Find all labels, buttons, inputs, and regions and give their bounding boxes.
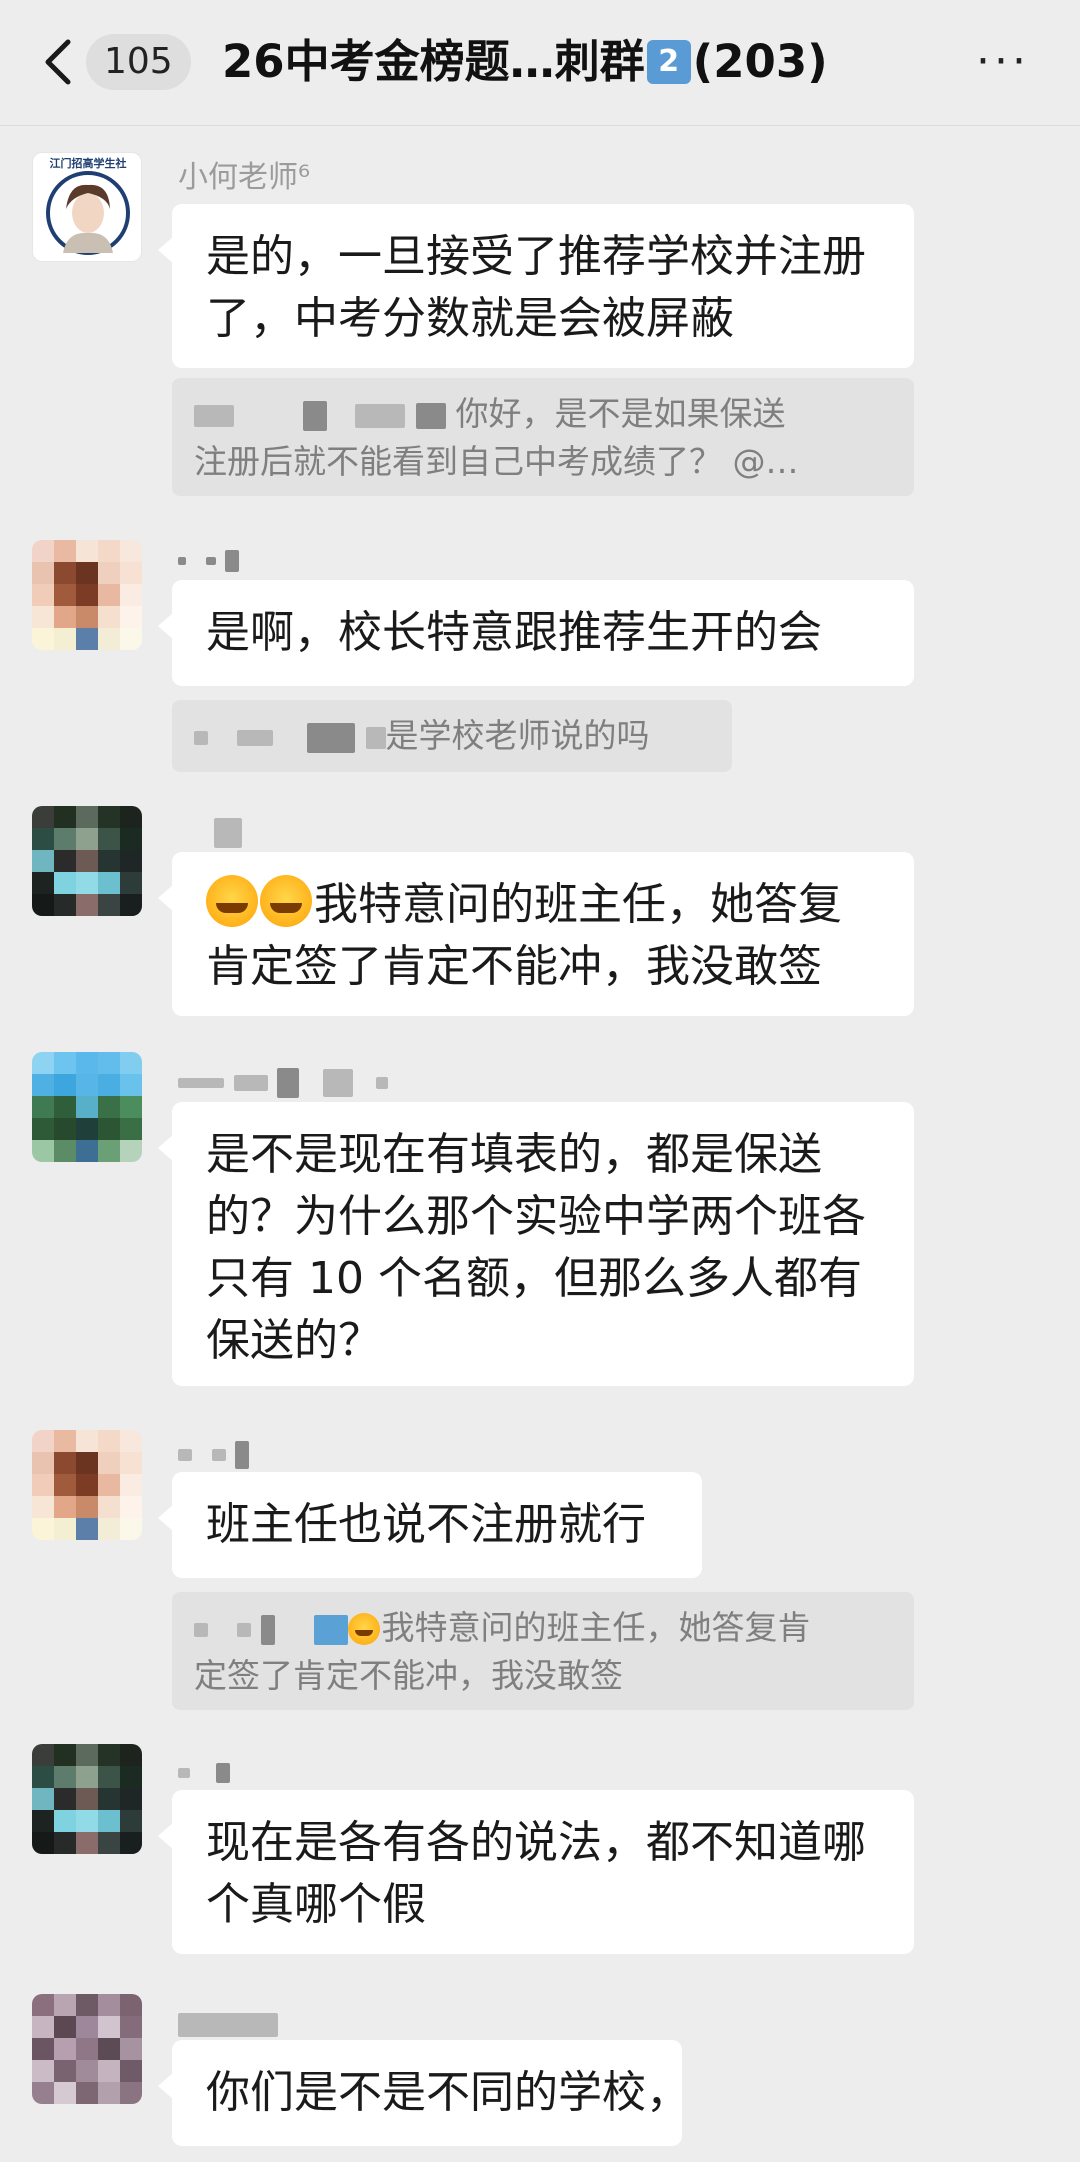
crying-laughing-emoji bbox=[347, 1613, 380, 1645]
chat-header: 105 26中考金榜题…刺群 2 (203) ··· bbox=[0, 0, 1080, 126]
blurred-name bbox=[355, 403, 405, 428]
blurred-name bbox=[307, 722, 355, 753]
blurred-name bbox=[178, 1767, 190, 1778]
quote-line: 你好，是不是如果保送 bbox=[194, 390, 892, 438]
quote-line: 注册后就不能看到自己中考成绩了？ @… bbox=[194, 442, 799, 481]
blurred-name bbox=[235, 1440, 250, 1469]
chat-title: 26中考金榜题…刺群 2 (203) bbox=[222, 32, 922, 92]
blurred-name bbox=[178, 2012, 278, 2037]
more-options-button[interactable]: ··· bbox=[976, 40, 1036, 84]
quote-line: 我特意问的班主任，她答复肯 bbox=[194, 1604, 892, 1652]
blurred-name bbox=[376, 1076, 389, 1089]
blurred-name bbox=[225, 549, 240, 572]
unread-count-badge[interactable]: 105 bbox=[86, 34, 191, 90]
message-bubble[interactable]: 是啊，校长特意跟推荐生开的会 bbox=[158, 580, 914, 686]
avatar[interactable] bbox=[32, 1430, 142, 1540]
sender-name[interactable] bbox=[178, 1062, 389, 1102]
avatar[interactable] bbox=[32, 1744, 142, 1854]
blurred-name bbox=[214, 817, 242, 848]
blurred-name bbox=[178, 556, 186, 565]
quoted-message[interactable]: 你好，是不是如果保送 注册后就不能看到自己中考成绩了？ @… bbox=[172, 378, 914, 496]
avatar-caption: 江门招高学生社 bbox=[49, 157, 127, 170]
blurred-name bbox=[194, 1622, 208, 1637]
blurred-name bbox=[322, 1068, 353, 1097]
blurred-name bbox=[277, 1067, 300, 1098]
message-bubble[interactable]: 我特意问的班主任，她答复 肯定签了肯定不能冲，我没敢签 bbox=[158, 852, 914, 1016]
sender-name[interactable] bbox=[178, 812, 242, 852]
sender-name[interactable]: 小何老师⁶ bbox=[178, 158, 310, 198]
message-bubble[interactable]: 你们是不是不同的学校， bbox=[158, 2040, 690, 2146]
quote-text: 是学校老师说的吗 bbox=[385, 716, 650, 755]
chat-title-text: 26中考金榜题…刺群 bbox=[222, 35, 645, 88]
member-count: (203) bbox=[692, 35, 828, 88]
blurred-name bbox=[194, 730, 208, 745]
blurred-name bbox=[178, 1448, 192, 1461]
back-arrow-icon[interactable] bbox=[38, 34, 78, 90]
quoted-message[interactable]: 我特意问的班主任，她答复肯 定签了肯定不能冲，我没敢签 bbox=[172, 1592, 914, 1710]
pixelated-avatar bbox=[32, 806, 142, 916]
pixelated-avatar bbox=[32, 1052, 142, 1162]
avatar[interactable] bbox=[32, 1994, 142, 2104]
message-line: 肯定签了肯定不能冲，我没敢签 bbox=[206, 941, 822, 992]
avatar[interactable] bbox=[32, 1052, 142, 1162]
sender-name[interactable] bbox=[178, 2004, 278, 2044]
sender-name[interactable] bbox=[178, 540, 240, 580]
blurred-name bbox=[313, 1614, 348, 1645]
crying-laughing-emoji bbox=[206, 875, 258, 927]
sender-name[interactable] bbox=[178, 1434, 250, 1474]
avatar[interactable]: 江门招高学生社 bbox=[32, 152, 142, 262]
message-text: 我特意问的班主任，她答复 bbox=[314, 879, 842, 930]
sender-name[interactable] bbox=[178, 1752, 230, 1792]
blurred-name bbox=[211, 1448, 226, 1461]
avatar[interactable] bbox=[32, 540, 142, 650]
blurred-name bbox=[233, 1074, 268, 1091]
message-bubble[interactable]: 班主任也说不注册就行 bbox=[158, 1472, 702, 1578]
blurred-name bbox=[302, 400, 327, 431]
pixelated-avatar bbox=[32, 1994, 142, 2104]
avatar[interactable] bbox=[32, 806, 142, 916]
blurred-name bbox=[236, 729, 273, 746]
quote-text: 我特意问的班主任，她答复肯 bbox=[381, 1608, 811, 1647]
message-bubble[interactable]: 现在是各有各的说法，都不知道哪个真哪个假 bbox=[158, 1790, 914, 1954]
blurred-name bbox=[236, 1622, 251, 1637]
blurred-name bbox=[205, 556, 216, 565]
pixelated-avatar bbox=[32, 1430, 142, 1540]
pixelated-avatar bbox=[32, 1744, 142, 1854]
message-bubble[interactable]: 是的，一旦接受了推荐学校并注册了，中考分数就是会被屏蔽 bbox=[158, 204, 914, 368]
blurred-name bbox=[194, 404, 234, 427]
blurred-name bbox=[178, 1077, 224, 1088]
quoted-message[interactable]: 是学校老师说的吗 bbox=[172, 700, 732, 772]
quote-line: 定签了肯定不能冲，我没敢签 bbox=[194, 1656, 623, 1695]
message-bubble[interactable]: 是不是现在有填表的，都是保送的？为什么那个实验中学两个班各只有 10 个名额，但… bbox=[158, 1102, 914, 1386]
crying-laughing-emoji bbox=[260, 875, 312, 927]
message-line: 我特意问的班主任，她答复 bbox=[206, 874, 880, 936]
blurred-name bbox=[415, 402, 446, 429]
blurred-name bbox=[215, 1762, 230, 1783]
blurred-name bbox=[365, 726, 386, 749]
quote-text: 你好，是不是如果保送 bbox=[455, 394, 786, 433]
number-two-emoji: 2 bbox=[646, 40, 691, 84]
blurred-name bbox=[261, 1614, 275, 1645]
pixelated-avatar bbox=[32, 540, 142, 650]
